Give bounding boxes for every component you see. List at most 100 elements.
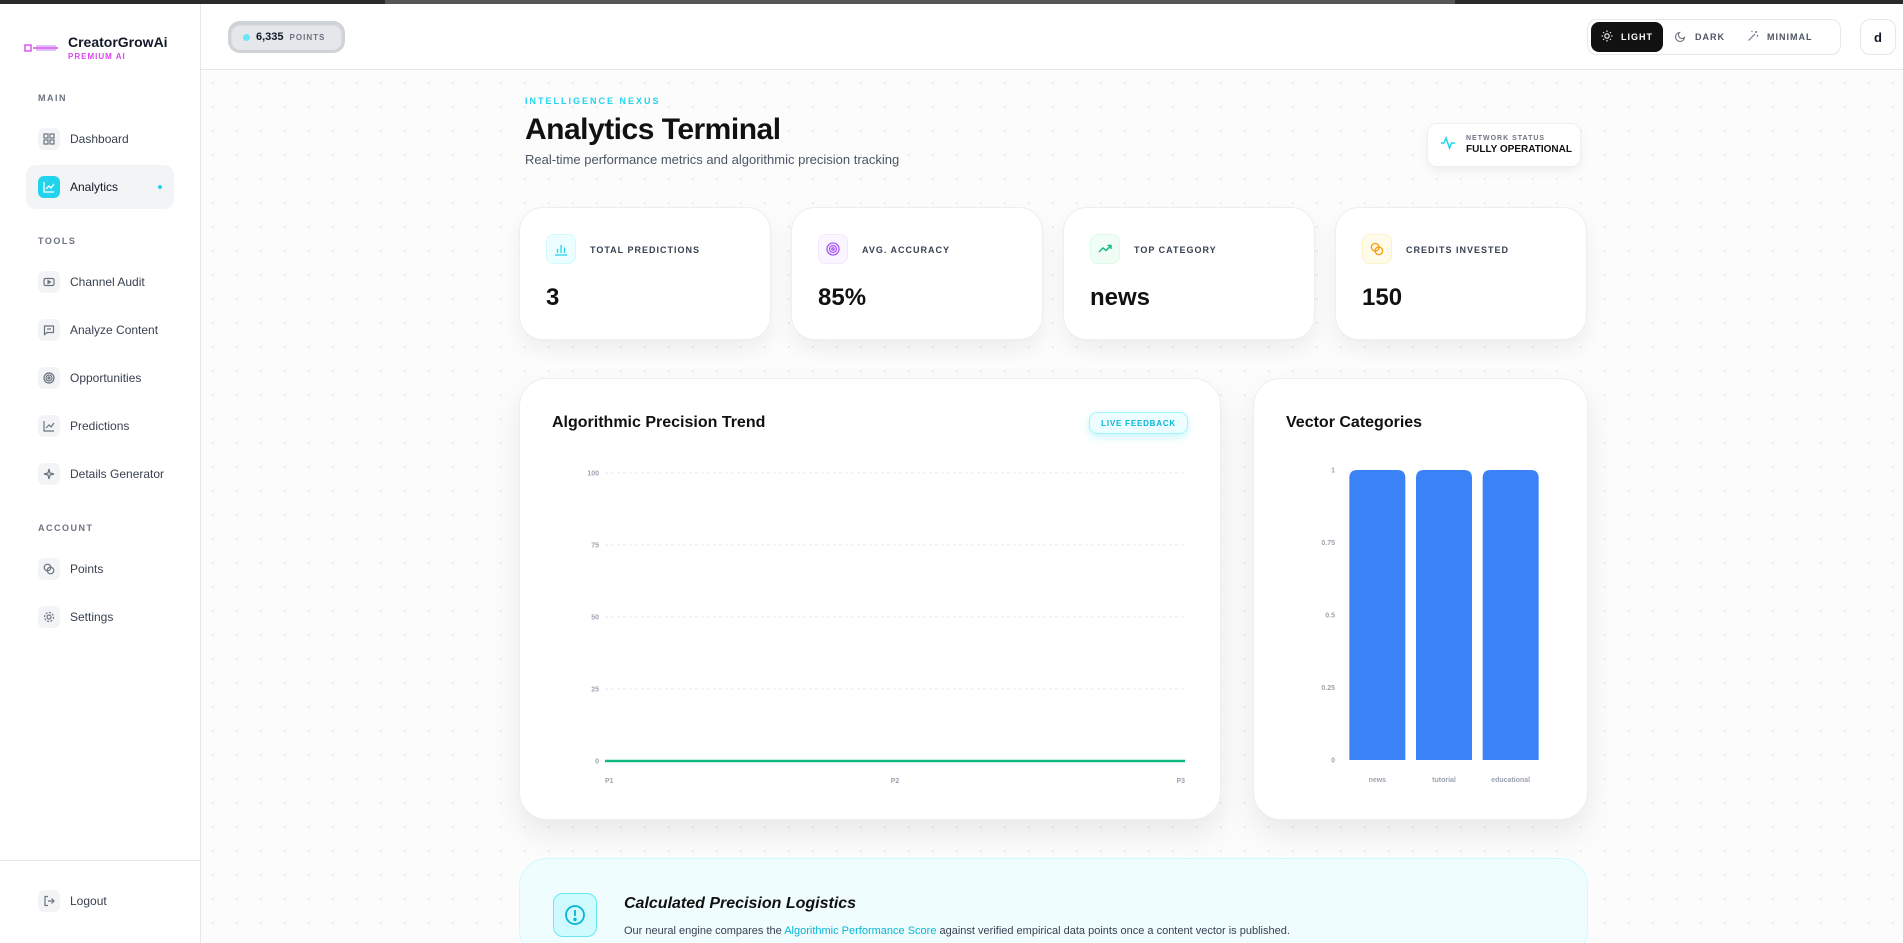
page-subtitle: Real-time performance metrics and algori…	[525, 152, 900, 167]
sidebar-item-label: Opportunities	[70, 371, 142, 385]
logout-label: Logout	[70, 894, 107, 908]
stat-card-total-predictions: TOTAL PREDICTIONS 3	[519, 207, 771, 340]
network-status-value: FULLY OPERATIONAL	[1466, 144, 1572, 155]
grid-icon	[38, 128, 60, 150]
sidebar-item-label: Points	[70, 562, 104, 576]
brand[interactable]: CreatorGrowAi PREMIUM AI	[24, 34, 168, 61]
y-tick-label: 0.75	[1321, 540, 1335, 547]
sidebar-item-channel-audit[interactable]: Channel Audit	[26, 260, 174, 304]
play-icon	[38, 271, 60, 293]
sidebar-item-label: Details Generator	[70, 467, 165, 481]
points-value: 6,335	[256, 31, 284, 43]
bar	[1349, 470, 1406, 760]
moon-icon	[1674, 30, 1687, 44]
y-tick-label: 50	[591, 615, 599, 622]
section-label-account: ACCOUNT	[38, 523, 94, 533]
bar-chart-icon	[546, 234, 576, 264]
sidebar-item-label: Predictions	[70, 419, 130, 433]
sidebar-item-label: Settings	[70, 610, 114, 624]
sidebar-item-predictions[interactable]: Predictions	[26, 404, 174, 448]
sidebar-item-opportunities[interactable]: Opportunities	[26, 356, 174, 400]
section-label-main: MAIN	[38, 93, 67, 103]
stat-label: TOTAL PREDICTIONS	[590, 245, 701, 255]
y-tick-label: 1	[1331, 468, 1335, 475]
stat-value: 85%	[818, 284, 867, 311]
points-balance[interactable]: 6,335 POINTS	[228, 21, 345, 53]
panel-title: Vector Categories	[1286, 414, 1423, 431]
network-status-card: NETWORK STATUS FULLY OPERATIONAL	[1427, 123, 1581, 167]
y-tick-label: 0	[1331, 758, 1335, 765]
sidebar-item-label: Analytics	[70, 180, 119, 194]
sidebar-item-details-generator[interactable]: Details Generator	[26, 452, 174, 496]
page-title: Analytics Terminal	[525, 113, 781, 146]
chart-line-icon	[38, 415, 60, 437]
sidebar-item-settings[interactable]: Settings	[26, 595, 174, 639]
theme-light-button[interactable]: LIGHT	[1591, 22, 1663, 52]
y-tick-label: 25	[591, 687, 599, 694]
bar	[1482, 470, 1539, 760]
sidebar-item-analytics[interactable]: Analytics	[26, 165, 174, 209]
top-header: 6,335 POINTS LIGHT DARK MINIMAL d	[201, 4, 1903, 70]
logistics-text: Our neural engine compares the Algorithm…	[624, 925, 1290, 937]
magic-wand-icon	[1747, 30, 1759, 44]
brand-tier: PREMIUM AI	[68, 52, 126, 61]
sidebar-item-label: Analyze Content	[70, 323, 159, 337]
stat-value: 150	[1362, 284, 1403, 311]
logout-button[interactable]: Logout	[26, 879, 174, 923]
stat-value: 3	[546, 284, 560, 311]
stat-card-credits-invested: CREDITS INVESTED 150	[1335, 207, 1587, 340]
sparkles-icon	[38, 463, 60, 485]
sidebar-footer: Logout	[0, 860, 201, 912]
sidebar-item-label: Channel Audit	[70, 275, 145, 289]
stat-label: CREDITS INVESTED	[1406, 245, 1510, 255]
theme-minimal-label: MINIMAL	[1767, 32, 1813, 42]
sidebar: CreatorGrowAi PREMIUM AI MAIN Dashboard …	[0, 4, 201, 943]
stat-card-avg-accuracy: AVG. ACCURACY 85%	[791, 207, 1043, 340]
message-icon	[38, 319, 60, 341]
logout-icon	[38, 890, 60, 912]
sidebar-item-label: Dashboard	[70, 132, 129, 146]
points-label: POINTS	[289, 32, 326, 42]
x-tick-label: P1	[605, 778, 614, 785]
main-content: INTELLIGENCE NEXUS Analytics Terminal Re…	[201, 71, 1903, 943]
target-icon	[818, 234, 848, 264]
activity-icon	[1440, 135, 1456, 156]
precision-logistics-card: Calculated Precision Logistics Our neura…	[519, 858, 1588, 943]
sidebar-item-analyze-content[interactable]: Analyze Content	[26, 308, 174, 352]
chart-line-icon	[38, 176, 60, 198]
vector-categories-panel: 0 0.25 0.5 0.75 1 news tutorial educational Vec…	[1253, 378, 1588, 820]
x-tick-label: P3	[1176, 778, 1185, 785]
brand-name: CreatorGrowAi	[68, 34, 168, 50]
page-eyebrow: INTELLIGENCE NEXUS	[525, 96, 661, 106]
coins-icon	[1362, 234, 1392, 264]
live-feedback-badge[interactable]: LIVE FEEDBACK	[1089, 412, 1188, 434]
precision-trend-chart: 0 25 50 75 100 P1 P2 P3	[587, 471, 1185, 786]
y-tick-label: 75	[591, 543, 599, 550]
stat-label: AVG. ACCURACY	[862, 245, 951, 255]
vector-categories-chart: 0 0.25 0.5 0.75 1 news tutorial educational	[1321, 468, 1539, 784]
performance-score-link[interactable]: Algorithmic Performance Score	[784, 925, 936, 937]
precision-trend-panel: 0 25 50 75 100 P1 P2 P3 Algorithmic Precision T…	[519, 378, 1221, 820]
points-dot-icon	[243, 33, 250, 41]
theme-light-label: LIGHT	[1621, 32, 1653, 42]
y-tick-label: 100	[587, 471, 599, 478]
brand-logo-icon	[24, 41, 60, 55]
alert-circle-icon	[553, 893, 597, 937]
sidebar-item-dashboard[interactable]: Dashboard	[26, 117, 174, 161]
user-avatar[interactable]: d	[1860, 19, 1896, 55]
sidebar-item-points[interactable]: Points	[26, 547, 174, 591]
gear-icon	[38, 606, 60, 628]
section-label-tools: TOOLS	[38, 236, 77, 246]
x-tick-label: news	[1369, 777, 1387, 784]
logistics-title: Calculated Precision Logistics	[624, 895, 857, 912]
sun-icon	[1601, 30, 1613, 44]
trending-up-icon	[1090, 234, 1120, 264]
theme-minimal-button[interactable]: MINIMAL	[1737, 22, 1823, 52]
y-tick-label: 0	[595, 759, 599, 766]
y-tick-label: 0.5	[1325, 613, 1335, 620]
x-tick-label: educational	[1491, 777, 1530, 784]
y-tick-label: 0.25	[1321, 685, 1335, 692]
stat-card-top-category: TOP CATEGORY news	[1063, 207, 1315, 340]
target-icon	[38, 367, 60, 389]
theme-dark-button[interactable]: DARK	[1665, 22, 1735, 52]
